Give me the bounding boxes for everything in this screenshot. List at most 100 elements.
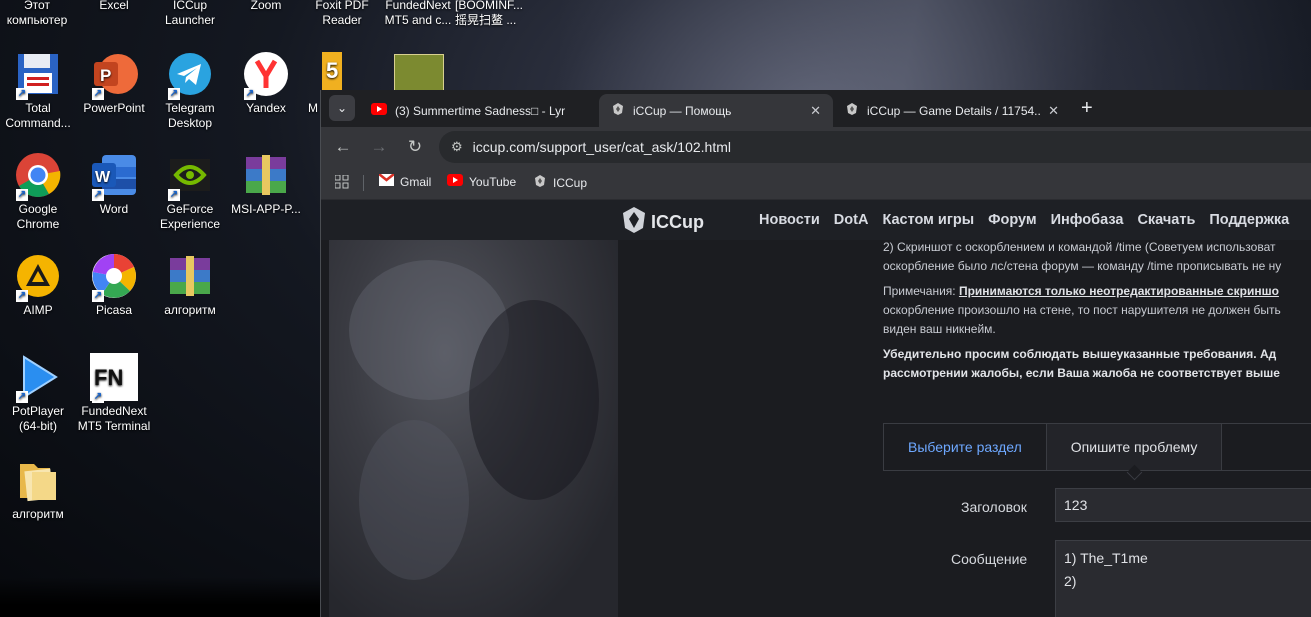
bookmark-gmail[interactable]: Gmail bbox=[378, 173, 432, 189]
reload-icon: ↻ bbox=[407, 137, 423, 156]
close-icon[interactable]: ✕ bbox=[810, 103, 821, 119]
folder-icon bbox=[14, 456, 62, 504]
desktop-icon-picasa[interactable]: ↗ Picasa bbox=[75, 252, 153, 318]
desktop-icon-potplayer[interactable]: ↗ PotPlayer (64-bit) bbox=[0, 353, 77, 434]
message-text-line: 2) bbox=[1064, 573, 1077, 589]
desktop-icon-label: MSI-APP-P... bbox=[231, 202, 301, 216]
telegram-icon: ↗ bbox=[166, 50, 214, 100]
bookmark-label: ICCup bbox=[553, 175, 588, 190]
tab-summertime[interactable]: (3) Summertime Sadness□ - Lyr bbox=[359, 94, 599, 127]
tab-title: iCCup — Game Details / 11754... bbox=[867, 103, 1041, 118]
warning-line: рассмотрении жалобы, если Ваша жалоба не… bbox=[883, 366, 1280, 380]
desktop-icon-aimp[interactable]: ↗ AIMP bbox=[0, 252, 77, 318]
title-input[interactable]: 123 bbox=[1055, 488, 1311, 522]
desktop-icon-label: алгоритм bbox=[12, 507, 64, 521]
desktop-icon-algorithm-archive[interactable]: алгоритм bbox=[151, 252, 229, 318]
bookmarks-bar: Gmail YouTube ICCup bbox=[321, 167, 1311, 200]
yandex-icon: ↗ bbox=[242, 50, 290, 100]
youtube-icon bbox=[447, 174, 463, 189]
svg-text:FN: FN bbox=[94, 365, 123, 390]
site-info-icon[interactable]: ⚙ bbox=[451, 139, 463, 155]
geforce-icon: ↗ bbox=[166, 151, 214, 201]
desktop-icon-label: PotPlayer (64-bit) bbox=[11, 404, 65, 433]
tab-iccup-game-details[interactable]: iCCup — Game Details / 11754... ✕ bbox=[833, 94, 1071, 127]
apps-grid-icon[interactable] bbox=[334, 174, 349, 189]
desktop-icon-label: AIMP bbox=[23, 303, 53, 317]
aimp-icon: ↗ bbox=[14, 252, 62, 302]
site-logo-text: ICCup bbox=[651, 212, 704, 232]
nav-infobase[interactable]: Инфобаза bbox=[1051, 212, 1124, 228]
chevron-down-icon: ⌄ bbox=[336, 101, 348, 115]
fundednext-icon: FN ↗ bbox=[90, 353, 138, 403]
desktop-icon-label: PowerPoint bbox=[83, 101, 145, 115]
desktop-label-fundednext-mt5[interactable]: FundedNext MT5 and c... bbox=[379, 0, 457, 28]
back-button[interactable]: ← bbox=[331, 135, 355, 159]
nav-support[interactable]: Поддержка bbox=[1209, 212, 1289, 228]
tab-describe-problem[interactable]: Опишите проблему bbox=[1046, 424, 1223, 470]
note-line: оскорбление произошло на стене, то пост … bbox=[883, 303, 1281, 317]
chrome-icon: ↗ bbox=[14, 151, 62, 201]
desktop-label-foxit[interactable]: Foxit PDF Reader bbox=[303, 0, 381, 28]
bookmark-iccup[interactable]: ICCup bbox=[533, 174, 587, 191]
desktop-icon-msi-app[interactable]: MSI-APP-P... bbox=[227, 151, 305, 217]
gmail-icon bbox=[378, 173, 395, 189]
page-side-artwork bbox=[329, 240, 618, 617]
svg-text:P: P bbox=[100, 66, 111, 85]
desktop-icon-algorithm-folder[interactable]: алгоритм bbox=[0, 456, 77, 522]
nav-news[interactable]: Новости bbox=[759, 212, 820, 228]
winrar-icon bbox=[166, 252, 214, 300]
tab-search-button[interactable]: ⌄ bbox=[329, 95, 355, 121]
iccup-icon bbox=[845, 102, 859, 119]
site-nav: Новости DotA Кастом игры Форум Инфобаза … bbox=[759, 200, 1303, 240]
desktop-icon-telegram[interactable]: ↗ Telegram Desktop bbox=[151, 50, 229, 131]
desktop-label-this-pc[interactable]: Этот компьютер bbox=[0, 0, 76, 28]
nav-download[interactable]: Скачать bbox=[1137, 212, 1195, 228]
browser-toolbar: ← → ↻ ⚙ iccup.com/support_user/cat_ask/1… bbox=[321, 127, 1311, 167]
warning-line: Убедительно просим соблюдать вышеуказанн… bbox=[883, 347, 1277, 361]
forward-button[interactable]: → bbox=[367, 135, 391, 159]
site-logo[interactable]: ICCup bbox=[621, 206, 704, 239]
desktop-icon-label: Google Chrome bbox=[16, 202, 60, 231]
desktop-icon-yandex[interactable]: ↗ Yandex bbox=[227, 50, 305, 116]
instruction-line: оскорбление было лс/стена форум — команд… bbox=[883, 259, 1282, 273]
desktop-icon-powerpoint[interactable]: P ↗ PowerPoint bbox=[75, 50, 153, 116]
desktop-label-excel[interactable]: Excel bbox=[75, 0, 153, 13]
desktop-icon-fundednext-terminal[interactable]: FN ↗ FundedNext MT5 Terminal bbox=[75, 353, 153, 434]
desktop-icon-label: GeForce Experience bbox=[159, 202, 221, 231]
message-textarea[interactable]: 1) The_T1me 2) bbox=[1055, 540, 1311, 617]
nav-forum[interactable]: Форум bbox=[988, 212, 1037, 228]
desktop-label-iccup-launcher[interactable]: ICCup Launcher bbox=[151, 0, 229, 28]
bookmark-youtube[interactable]: YouTube bbox=[447, 174, 516, 189]
potplayer-icon: ↗ bbox=[14, 353, 62, 403]
desktop-icon-peek bbox=[394, 54, 444, 92]
desktop-icon-geforce[interactable]: ↗ GeForce Experience bbox=[151, 151, 229, 232]
tab-title: iCCup — Помощь bbox=[633, 103, 732, 118]
tab-title: (3) Summertime Sadness□ - Lyr bbox=[395, 103, 566, 118]
desktop-icon-total-commander[interactable]: ↗ Total Command... bbox=[0, 50, 77, 131]
tab-iccup-help[interactable]: iCCup — Помощь ✕ bbox=[599, 94, 833, 127]
tab-choose-section[interactable]: Выберите раздел bbox=[884, 424, 1047, 470]
desktop-label-zoom[interactable]: Zoom bbox=[227, 0, 305, 13]
reload-button[interactable]: ↻ bbox=[403, 135, 427, 159]
desktop-icon-label: Yandex bbox=[246, 101, 286, 115]
desktop-label-boominf[interactable]: [BOOMINF... 摇晃扫鳌 ... bbox=[455, 0, 533, 28]
iccup-icon bbox=[533, 174, 547, 191]
close-icon[interactable]: ✕ bbox=[1048, 103, 1059, 119]
youtube-icon bbox=[371, 103, 387, 118]
instruction-line: 2) Скриншот с оскорблением и командой /t… bbox=[883, 240, 1276, 254]
desktop-icon-chrome[interactable]: ↗ Google Chrome bbox=[0, 151, 77, 232]
bookmark-label: Gmail bbox=[400, 174, 432, 189]
desktop-icon-word[interactable]: W ↗ Word bbox=[75, 151, 153, 217]
note-emphasis: Принимаются только неотредактированные с… bbox=[958, 284, 1279, 298]
site-header: ICCup Новости DotA Кастом игры Форум Инф… bbox=[321, 200, 1311, 240]
support-content: 2) Скриншот с оскорблением и командой /t… bbox=[883, 240, 1311, 617]
address-bar[interactable]: ⚙ iccup.com/support_user/cat_ask/102.htm… bbox=[439, 131, 1311, 163]
powerpoint-icon: P ↗ bbox=[90, 50, 138, 100]
nav-custom-games[interactable]: Кастом игры bbox=[882, 212, 974, 228]
iccup-icon bbox=[611, 102, 625, 119]
new-tab-button[interactable]: + bbox=[1081, 96, 1093, 120]
nav-dota[interactable]: DotA bbox=[834, 212, 869, 228]
note-line: виден ваш никнейм. bbox=[883, 322, 996, 336]
bookmarks-divider bbox=[363, 175, 364, 191]
desktop-icon-label: Total Command... bbox=[5, 101, 71, 130]
